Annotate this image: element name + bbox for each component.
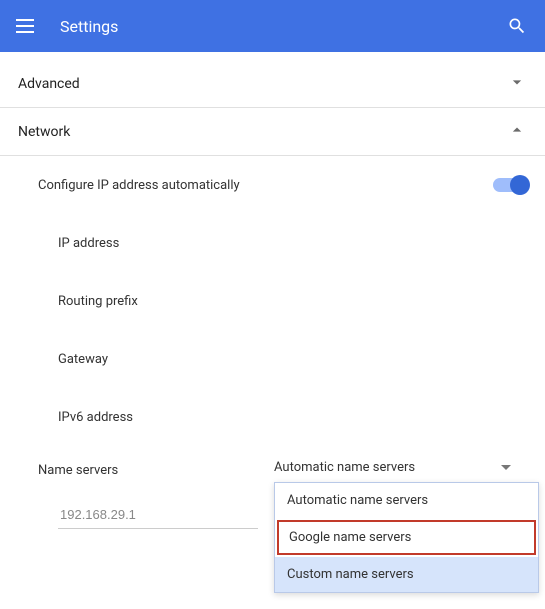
name-servers-label: Name servers <box>18 457 274 478</box>
row-auto-ip: Configure IP address automatically <box>18 156 527 214</box>
ipv6-address-label: IPv6 address <box>18 410 133 425</box>
auto-ip-label: Configure IP address automatically <box>18 178 240 193</box>
chevron-up-icon <box>507 120 527 144</box>
name-servers-select[interactable]: Automatic name servers <box>274 454 527 481</box>
gateway-label: Gateway <box>18 352 108 367</box>
section-network-label: Network <box>18 124 70 140</box>
ip-address-label: IP address <box>18 236 119 251</box>
menu-icon[interactable] <box>16 14 40 38</box>
name-servers-dropdown: Automatic name servers Google name serve… <box>274 482 539 593</box>
section-advanced-label: Advanced <box>18 76 80 92</box>
row-ip-address: IP address <box>18 214 527 272</box>
name-servers-selected: Automatic name servers <box>274 460 415 475</box>
ns-option-custom[interactable]: Custom name servers <box>275 557 538 592</box>
name-server-ip-input[interactable] <box>58 501 258 529</box>
chevron-down-icon <box>507 72 527 96</box>
ns-option-automatic[interactable]: Automatic name servers <box>275 483 538 518</box>
page-title: Settings <box>60 17 505 36</box>
network-content: Configure IP address automatically IP ad… <box>0 156 545 529</box>
dropdown-triangle-icon <box>501 465 511 470</box>
section-network[interactable]: Network <box>0 108 545 156</box>
row-gateway: Gateway <box>18 330 527 388</box>
search-icon[interactable] <box>505 14 529 38</box>
row-name-servers: Name servers Automatic name servers Auto… <box>18 454 527 481</box>
row-routing-prefix: Routing prefix <box>18 272 527 330</box>
routing-prefix-label: Routing prefix <box>18 294 138 309</box>
ns-option-google[interactable]: Google name servers <box>277 520 536 555</box>
auto-ip-toggle[interactable] <box>493 178 527 192</box>
row-ipv6-address: IPv6 address <box>18 388 527 446</box>
section-advanced[interactable]: Advanced <box>0 60 545 108</box>
app-header: Settings <box>0 0 545 52</box>
